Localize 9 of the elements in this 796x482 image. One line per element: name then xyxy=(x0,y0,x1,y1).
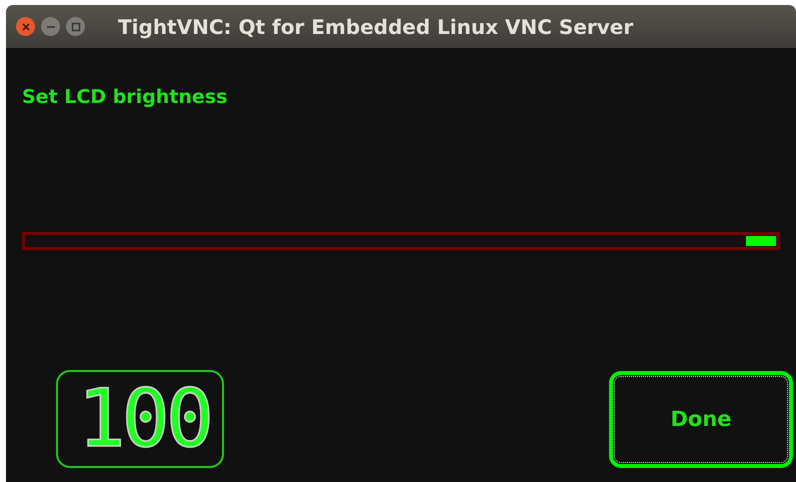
slider-handle[interactable] xyxy=(746,236,776,246)
maximize-icon[interactable] xyxy=(66,17,85,36)
done-button[interactable]: Done xyxy=(609,370,793,468)
brightness-slider[interactable] xyxy=(22,232,780,250)
minimize-icon[interactable] xyxy=(41,17,60,36)
window-title: TightVNC: Qt for Embedded Linux VNC Server xyxy=(118,14,634,38)
close-icon[interactable] xyxy=(16,17,35,36)
lcd-number: 100 xyxy=(78,379,210,459)
heading: Set LCD brightness xyxy=(22,86,228,108)
